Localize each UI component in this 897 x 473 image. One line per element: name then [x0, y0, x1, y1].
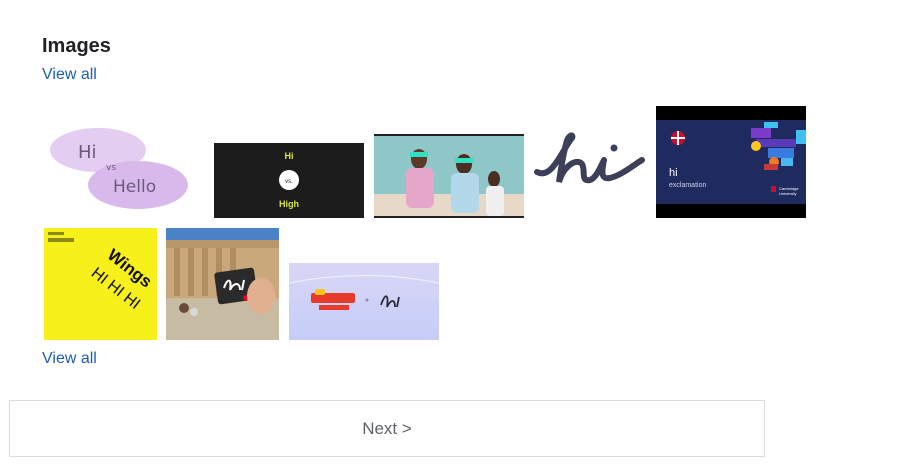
svg-text:exclamation: exclamation	[669, 182, 706, 189]
image-thumbnail-hi-exclamation[interactable]: hi exclamation Cambridge University	[656, 106, 806, 218]
carnival-hi-image	[289, 263, 439, 340]
wings-hi-image: Wings HI HI HI	[44, 228, 157, 340]
svg-text:Hello: Hello	[113, 177, 156, 197]
svg-text:vs: vs	[106, 163, 116, 173]
view-all-images-link-top[interactable]: View all	[42, 66, 97, 84]
image-thumbnail-acropolis-card[interactable]	[166, 228, 279, 340]
svg-text:vs.: vs.	[285, 179, 293, 185]
images-section-title: Images	[42, 35, 111, 57]
next-page-label: Next >	[362, 418, 412, 438]
svg-text:High: High	[279, 199, 299, 209]
image-thumbnail-music-video[interactable]	[374, 134, 524, 218]
music-video-image	[374, 134, 524, 218]
image-thumbnail-hi-handwritten[interactable]	[532, 130, 647, 190]
hi-exclamation-image: hi exclamation Cambridge University	[656, 106, 806, 218]
hi-handwritten-image	[532, 130, 647, 190]
svg-text:hi: hi	[669, 167, 678, 179]
image-thumbnail-wings-hi[interactable]: Wings HI HI HI	[44, 228, 157, 340]
image-thumbnail-hi-vs-hello[interactable]: Hi vs Hello	[43, 118, 193, 218]
svg-text:Hi: Hi	[285, 151, 294, 161]
acropolis-card-image	[166, 228, 279, 340]
svg-text:University: University	[779, 191, 797, 196]
hi-vs-high-image: Hi vs. High	[214, 143, 364, 218]
svg-text:Hi: Hi	[78, 142, 97, 163]
image-thumbnail-carnival-hi[interactable]	[289, 263, 439, 340]
view-all-images-link-bottom[interactable]: View all	[42, 350, 97, 368]
hi-vs-hello-image: Hi vs Hello	[43, 118, 193, 218]
image-thumbnail-hi-vs-high[interactable]: Hi vs. High	[214, 143, 364, 218]
next-page-button[interactable]: Next >	[9, 400, 765, 457]
